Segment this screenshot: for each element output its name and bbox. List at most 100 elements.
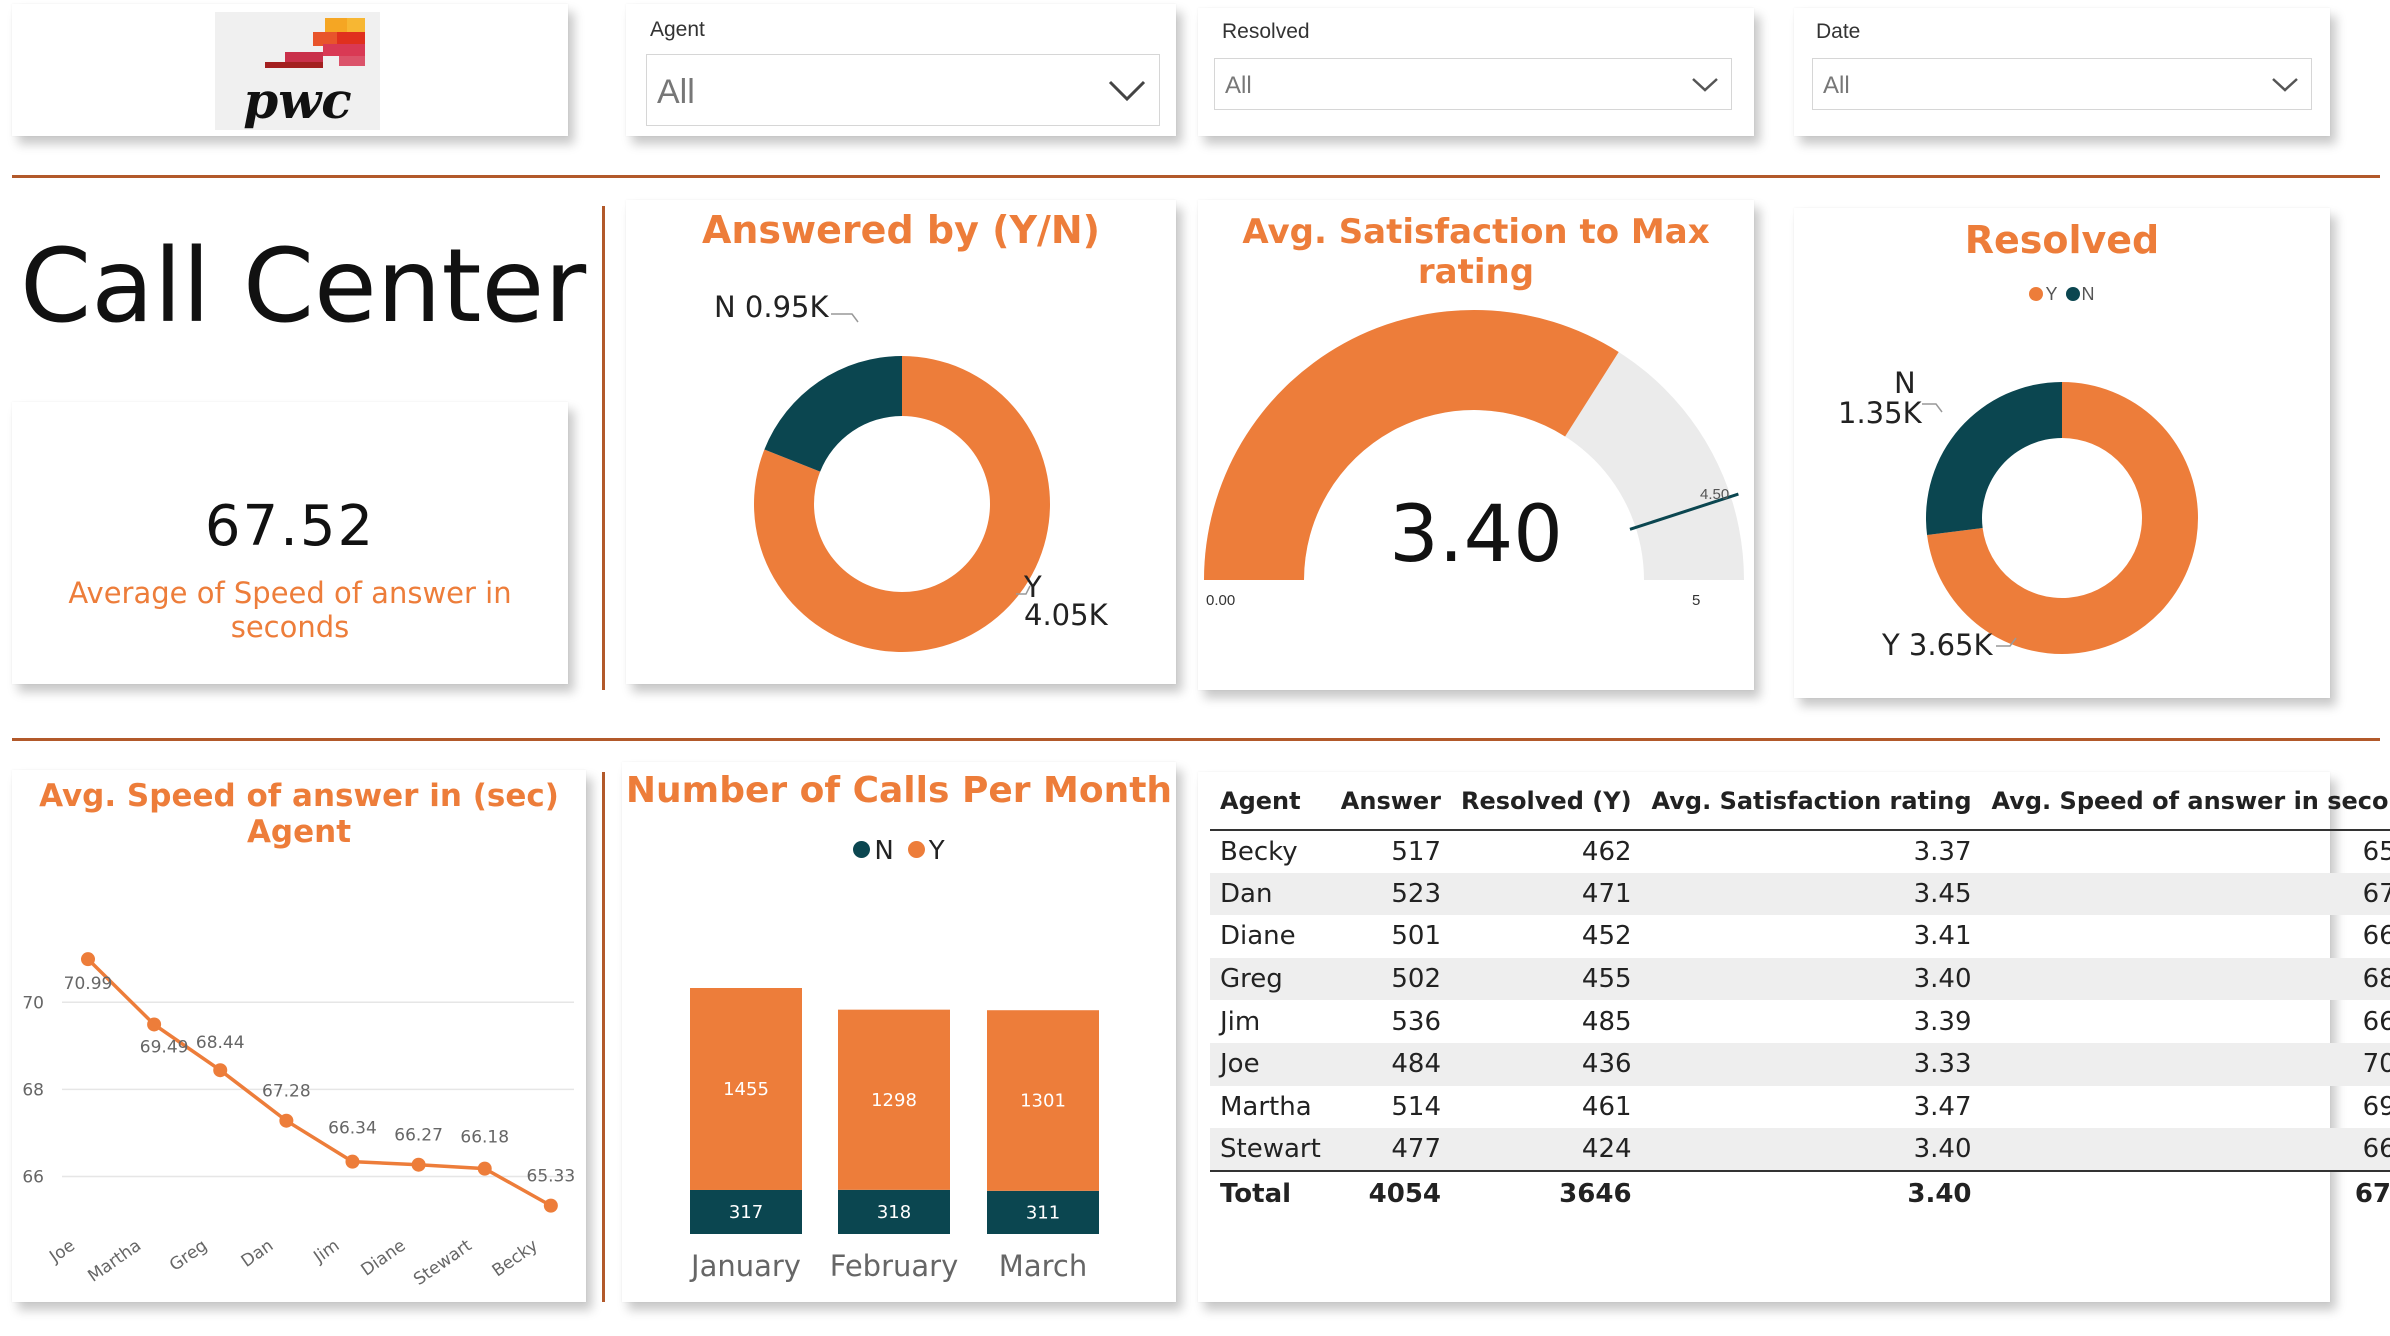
x-tick-label: February xyxy=(830,1249,959,1283)
date-dropdown[interactable]: All xyxy=(1812,58,2312,110)
donut-slice-n xyxy=(764,356,902,472)
table-row[interactable]: Greg 502 455 3.40 68.44 xyxy=(1210,957,2390,1001)
cell-satisfaction: 3.39 xyxy=(1913,1006,1972,1037)
kpi-card: 67.52 Average of Speed of answer in seco… xyxy=(12,402,568,684)
total-label: Total xyxy=(1210,1169,1331,1217)
cell-answer: 523 xyxy=(1330,872,1452,916)
total-satisfaction: 3.40 xyxy=(1641,1169,1982,1217)
gauge-target-label: 4.50 xyxy=(1700,486,1730,503)
data-label-y: 1301 xyxy=(1020,1091,1066,1112)
resolved-n-label-2: 1.35K xyxy=(1838,396,1922,430)
data-label: 70.99 xyxy=(64,974,113,994)
resolved-dropdown-value: All xyxy=(1225,72,1252,99)
cell-agent: Becky xyxy=(1220,836,1298,867)
cell-resolved: 471 xyxy=(1451,872,1642,916)
donut-slice-n xyxy=(1926,382,2062,536)
resolved-y-label: Y 3.65K xyxy=(1882,628,1993,662)
leader-n xyxy=(1922,403,1943,413)
agent-table: Agent Answer Resolved (Y) Avg. Satisfact… xyxy=(1210,772,2390,1217)
table-row[interactable]: Diane 501 452 3.41 66.27 xyxy=(1210,915,2390,958)
cell-speed: 67.28 xyxy=(1981,872,2390,916)
answered-n-label: N 0.95K xyxy=(714,290,829,324)
y-tick-label: 68 xyxy=(22,1080,44,1100)
data-label-y: 1455 xyxy=(723,1079,769,1100)
table-row[interactable]: Jim 536 485 3.39 66.34 xyxy=(1210,1000,2390,1043)
x-tick-label: Jim xyxy=(310,1236,344,1268)
table-row[interactable]: Joe 484 436 3.33 70.99 xyxy=(1210,1042,2390,1086)
divider-bottom xyxy=(12,738,2380,741)
gauge-min: 0.00 xyxy=(1206,592,1236,609)
cell-agent: Joe xyxy=(1210,1042,1331,1086)
data-point xyxy=(411,1157,426,1172)
column-header[interactable]: Avg. Speed of answer in seconds xyxy=(1981,772,2390,831)
cell-answer: 477 xyxy=(1330,1128,1452,1171)
cell-speed: 69.49 xyxy=(2362,1091,2390,1122)
cell-resolved: 455 xyxy=(1451,957,1642,1001)
data-point xyxy=(477,1161,492,1176)
cell-agent: Greg xyxy=(1210,957,1331,1001)
resolved-card: Resolved YN N 1.35K Y 3.65K xyxy=(1794,208,2330,698)
total-speed: 67.52 xyxy=(1981,1169,2390,1217)
data-point xyxy=(213,1063,228,1078)
cell-speed: 66.27 xyxy=(2362,921,2390,952)
column-header[interactable]: Resolved (Y) xyxy=(1451,772,1642,831)
chevron-down-icon xyxy=(1692,78,1718,92)
divider-vertical-mid xyxy=(602,206,605,690)
table-row[interactable]: Dan 523 471 3.45 67.28 xyxy=(1210,872,2390,916)
agent-slicer: Agent All xyxy=(626,4,1176,136)
y-tick-label: 70 xyxy=(22,993,44,1013)
data-label-n: 311 xyxy=(1026,1202,1060,1223)
y-tick-label: 66 xyxy=(22,1167,44,1187)
cell-answer: 517 xyxy=(1391,836,1442,867)
logo-card: pwc xyxy=(12,4,568,136)
cell-resolved: 424 xyxy=(1451,1128,1642,1171)
data-point xyxy=(279,1113,294,1128)
table-row[interactable]: Becky 517 462 3.37 65.33 xyxy=(1210,830,2390,873)
agent-dropdown[interactable]: All xyxy=(646,54,1160,126)
table-header-row: Agent Answer Resolved (Y) Avg. Satisfact… xyxy=(1210,772,2390,831)
cell-resolved: 485 xyxy=(1581,1006,1632,1037)
column-header[interactable]: Agent xyxy=(1210,772,1331,831)
chevron-down-icon xyxy=(1108,80,1146,102)
cell-agent: Martha xyxy=(1220,1091,1312,1122)
data-label: 67.28 xyxy=(262,1082,311,1102)
gauge-max: 5 xyxy=(1692,592,1701,609)
resolved-donut xyxy=(1922,382,2198,654)
date-dropdown-value: All xyxy=(1823,72,1850,99)
data-label: 66.18 xyxy=(460,1128,509,1148)
x-tick-label: Diane xyxy=(357,1236,409,1281)
column-header[interactable]: Avg. Satisfaction rating xyxy=(1641,772,1982,831)
gauge-value: 3.40 xyxy=(1389,490,1563,580)
x-tick-label: January xyxy=(689,1249,801,1283)
cell-satisfaction: 3.40 xyxy=(1641,957,1982,1001)
divider-top xyxy=(12,175,2380,178)
table-row[interactable]: Stewart 477 424 3.40 66.18 xyxy=(1210,1128,2390,1171)
data-label: 66.34 xyxy=(328,1119,377,1139)
x-tick-label: Becky xyxy=(489,1236,542,1282)
x-tick-label: Dan xyxy=(238,1236,278,1272)
data-label: 69.49 xyxy=(140,1037,189,1057)
divider-vertical-bottom xyxy=(602,772,605,1302)
cell-agent: Diane xyxy=(1220,921,1296,952)
resolved-dropdown[interactable]: All xyxy=(1214,58,1732,110)
data-point xyxy=(147,1017,162,1032)
x-tick-label: Greg xyxy=(166,1236,211,1276)
agent-slicer-label: Agent xyxy=(650,18,705,41)
cell-agent: Dan xyxy=(1210,872,1331,916)
agent-table-card: Agent Answer Resolved (Y) Avg. Satisfact… xyxy=(1198,772,2390,1302)
date-slicer: Date All xyxy=(1794,8,2330,136)
pwc-logo: pwc xyxy=(215,12,380,130)
cell-satisfaction: 3.45 xyxy=(1641,872,1982,916)
logo-wordmark: pwc xyxy=(243,71,352,130)
kpi-value: 67.52 xyxy=(204,494,376,559)
cell-speed: 68.44 xyxy=(1981,957,2390,1001)
line-card: Avg. Speed of answer in (sec) Agent 66 68… xyxy=(12,770,586,1302)
cell-resolved: 452 xyxy=(1581,921,1632,952)
agent-dropdown-value: All xyxy=(657,73,695,111)
column-header[interactable]: Answer xyxy=(1330,772,1452,831)
cell-agent: Jim xyxy=(1220,1006,1261,1037)
cell-satisfaction: 3.37 xyxy=(1913,836,1972,867)
x-tick-label: Martha xyxy=(84,1236,145,1287)
table-row[interactable]: Martha 514 461 3.47 69.49 xyxy=(1210,1086,2390,1129)
data-point xyxy=(543,1198,558,1213)
